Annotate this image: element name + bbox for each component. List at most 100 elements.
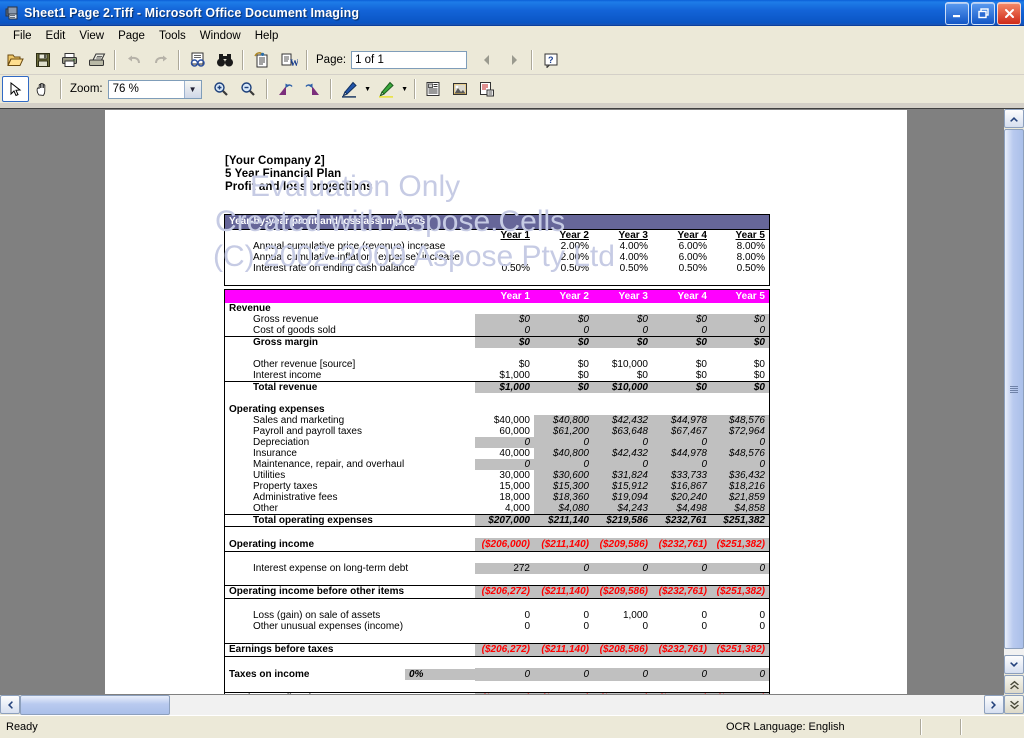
send-to-word-button[interactable]: W (275, 47, 302, 73)
row-value: $0 (711, 314, 769, 325)
zoom-in-icon[interactable] (208, 76, 235, 102)
row-value: ($209,586) (593, 538, 652, 552)
row-value: $42,432 (593, 415, 652, 426)
pnl-header-row: Year 1 Year 2 Year 3 Year 4 Year 5 (225, 290, 769, 303)
spacer-row (225, 598, 769, 610)
row-label: Other revenue [source] (253, 359, 356, 370)
row-value: $0 (711, 381, 769, 393)
row-value: 4.00% (619, 252, 648, 263)
pan-hand-icon[interactable] (29, 76, 56, 102)
row-value: 4.00% (619, 241, 648, 252)
rotate-left-icon[interactable] (272, 76, 299, 102)
print-button[interactable] (56, 47, 83, 73)
document-page: Evaluation Only Created with Aspose.Cell… (105, 110, 907, 694)
find-button[interactable] (211, 47, 238, 73)
minimize-button[interactable] (945, 2, 969, 25)
page-glasses-button[interactable] (184, 47, 211, 73)
section-revenue-label: Revenue (229, 303, 271, 314)
row-value: 0 (475, 437, 534, 448)
row-value: 0.50% (678, 263, 707, 274)
row-value: 0 (524, 609, 530, 621)
menu-item-view[interactable]: View (72, 28, 111, 44)
row-value: 0 (652, 459, 711, 470)
highlighter-icon[interactable] (373, 76, 400, 102)
toolbar-separator (114, 50, 116, 70)
row-value: $1,000 (475, 381, 534, 393)
help-button[interactable]: ? (537, 47, 564, 73)
row-label: Cost of goods sold (225, 325, 475, 337)
previous-page-scroll-button[interactable] (1004, 675, 1024, 694)
previous-page-button[interactable] (473, 47, 500, 73)
menu-item-help[interactable]: Help (248, 28, 286, 44)
horizontal-scroll-track[interactable] (20, 695, 984, 715)
menu-item-file[interactable]: File (6, 28, 39, 44)
scroll-right-button[interactable] (984, 695, 1004, 714)
menu-item-edit[interactable]: Edit (39, 28, 73, 44)
row-value: ($211,140) (534, 585, 593, 599)
scanner-button[interactable] (83, 47, 110, 73)
row-value: 0 (759, 620, 765, 632)
row-label: Depreciation (253, 437, 310, 448)
spacer-row (225, 527, 769, 539)
vertical-scrollbar[interactable] (1004, 109, 1024, 715)
assumptions-col-year2: Year 2 (559, 230, 589, 241)
spacer-row (225, 656, 769, 668)
row-value: 0 (534, 437, 593, 448)
vertical-scroll-thumb[interactable] (1004, 129, 1024, 649)
restore-button[interactable] (971, 2, 995, 25)
save-button[interactable] (29, 47, 56, 73)
row-value: $0 (475, 336, 534, 348)
read-document-button[interactable] (248, 47, 275, 73)
select-arrow-icon[interactable] (2, 76, 29, 102)
profit-loss-grid: Year 1 Year 2 Year 3 Year 4 Year 5 Reven… (225, 290, 769, 694)
close-button[interactable] (997, 2, 1021, 25)
svg-text:?: ? (548, 55, 554, 65)
page-number-input[interactable]: 1 of 1 (351, 51, 468, 69)
row-value: ($208,586) (593, 692, 652, 694)
row-value: ($208,586) (593, 643, 652, 657)
row-label: Payroll and payroll taxes (253, 426, 362, 437)
menu-item-window[interactable]: Window (193, 28, 248, 44)
assumptions-header-row: Year 1 Year 2 Year 3 Year 4 Year 5 (225, 230, 769, 241)
scroll-up-button[interactable] (1004, 109, 1024, 128)
scroll-thumb-grip (1010, 385, 1018, 393)
page-label: Page: (316, 54, 347, 66)
scroll-left-button[interactable] (0, 695, 20, 714)
text-note-icon[interactable] (420, 76, 447, 102)
row-value: 0 (583, 620, 589, 632)
row-label: Other (225, 503, 475, 515)
pen-dropdown-icon[interactable]: ▼ (363, 86, 373, 93)
rotate-right-icon[interactable] (299, 76, 326, 102)
menu-item-tools[interactable]: Tools (152, 28, 193, 44)
zoom-combobox[interactable]: 76 % ▼ (107, 79, 202, 99)
picture-note-icon[interactable] (447, 76, 474, 102)
row-value: $211,140 (534, 514, 593, 527)
next-page-scroll-button[interactable] (1004, 695, 1024, 714)
chevron-down-icon[interactable]: ▼ (183, 80, 201, 98)
zoom-out-icon[interactable] (235, 76, 262, 102)
open-button[interactable] (2, 47, 29, 73)
row-label: Interest rate on ending cash balance (253, 263, 415, 274)
row-value: 0 (475, 667, 534, 681)
menu-item-page[interactable]: Page (111, 28, 152, 44)
svg-text:W: W (290, 58, 298, 68)
row-value: $10,000 (593, 381, 652, 393)
horizontal-scroll-thumb[interactable] (20, 695, 170, 715)
attachment-icon[interactable] (474, 76, 501, 102)
next-page-button[interactable] (500, 47, 527, 73)
status-ready: Ready (6, 721, 38, 733)
spacer-row (225, 551, 769, 563)
vertical-scroll-track[interactable] (1004, 129, 1024, 655)
spacer-row (225, 393, 769, 404)
row-value: $219,586 (593, 514, 652, 527)
row-value: $21,859 (711, 492, 769, 503)
horizontal-scrollbar[interactable] (0, 695, 1004, 715)
spacer-cell (225, 230, 475, 241)
pen-annotation-icon[interactable] (336, 76, 363, 102)
scroll-down-button[interactable] (1004, 655, 1024, 674)
assumptions-col-year3: Year 3 (618, 230, 648, 241)
table-row: Annual cumulative price (revenue) increa… (225, 241, 769, 252)
highlighter-dropdown-icon[interactable]: ▼ (400, 86, 410, 93)
row-value: $4,498 (652, 503, 711, 515)
row-value: 60,000 (499, 426, 530, 437)
